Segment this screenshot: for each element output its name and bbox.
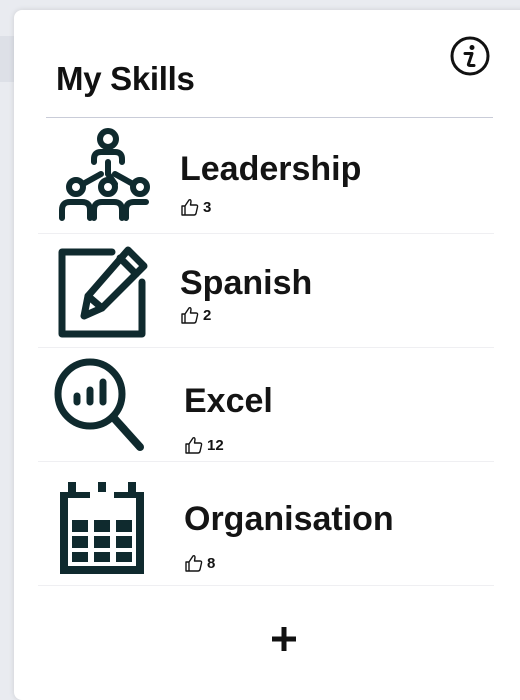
- skill-row-excel[interactable]: Excel 12: [38, 348, 494, 462]
- skill-row-leadership[interactable]: Leadership 3: [38, 120, 494, 234]
- calendar-icon: [60, 482, 144, 574]
- endorsement-count[interactable]: 2: [180, 306, 211, 324]
- endorsement-count[interactable]: 8: [184, 554, 215, 572]
- skill-name: Organisation: [184, 500, 394, 538]
- row-divider: [38, 461, 494, 462]
- thumbs-up-icon: [181, 199, 199, 216]
- skill-name: Leadership: [180, 150, 362, 188]
- endorsement-count[interactable]: 3: [180, 198, 211, 216]
- page-title: My Skills: [56, 60, 195, 97]
- skill-row-organisation[interactable]: Organisation 8: [38, 464, 494, 586]
- endorsement-value: 8: [207, 554, 216, 572]
- info-icon: [450, 36, 490, 76]
- skill-row-spanish[interactable]: Spanish 2: [38, 234, 494, 348]
- thumbs-up-icon: [181, 307, 199, 324]
- skill-name: Spanish: [180, 264, 313, 302]
- edit-document-icon: [58, 246, 148, 338]
- thumbs-up-icon: [185, 555, 203, 572]
- endorsement-value: 2: [203, 306, 212, 324]
- row-divider: [38, 585, 494, 586]
- skills-card: My Skills Leadership 3 Spanish 2 Excel 1…: [14, 10, 520, 700]
- endorsement-value: 12: [207, 436, 224, 454]
- plus-icon: [272, 627, 296, 651]
- thumbs-up-icon: [185, 437, 203, 454]
- skill-name: Excel: [184, 382, 273, 420]
- header-divider: [46, 117, 493, 118]
- endorsement-count[interactable]: 12: [184, 436, 224, 454]
- endorsement-value: 3: [203, 198, 212, 216]
- chart-search-icon: [54, 358, 144, 451]
- info-button[interactable]: [448, 34, 492, 78]
- team-hierarchy-icon: [59, 128, 150, 221]
- add-skill-button[interactable]: [258, 613, 310, 665]
